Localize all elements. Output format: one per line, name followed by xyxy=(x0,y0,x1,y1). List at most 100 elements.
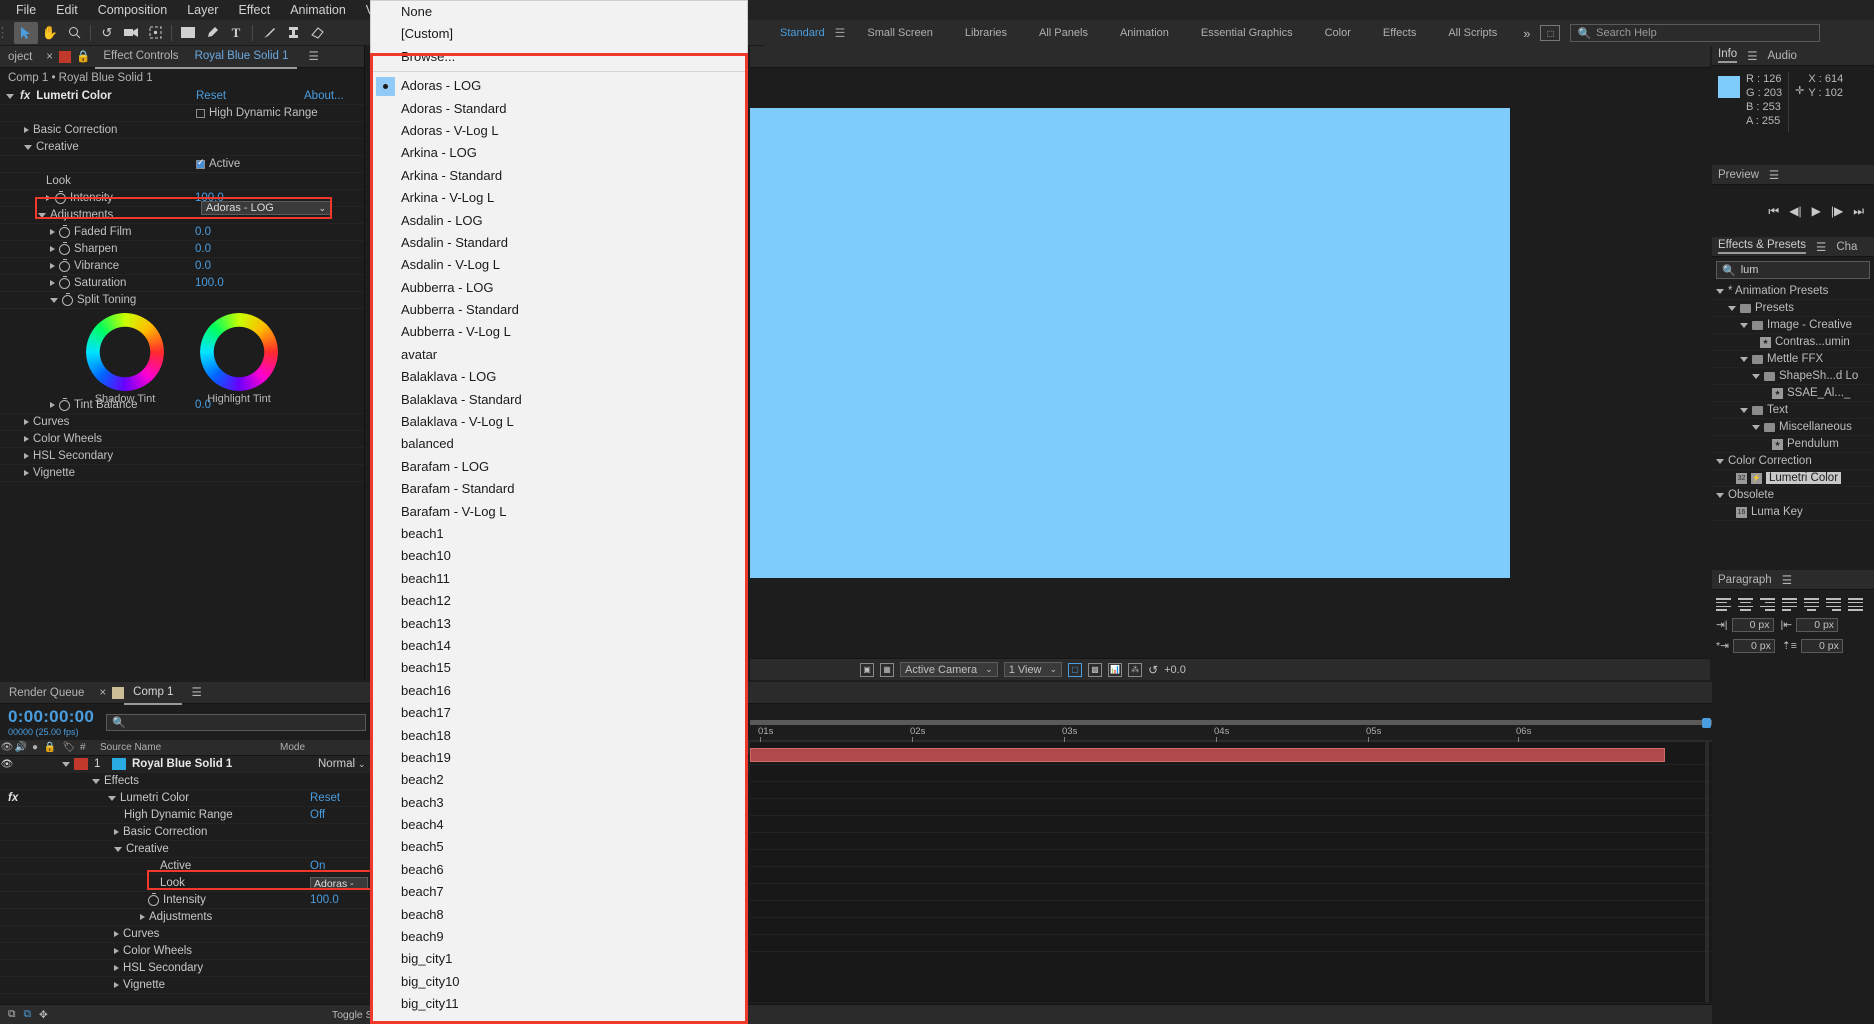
section-hsl-secondary[interactable]: HSL Secondary xyxy=(0,448,364,465)
workspace-all-scripts[interactable]: All Scripts xyxy=(1432,20,1513,46)
chevron-right-icon[interactable] xyxy=(50,229,55,235)
lock-switch-icon[interactable]: 🔒 xyxy=(42,742,58,753)
justify-all-icon[interactable] xyxy=(1848,598,1863,611)
next-frame-icon[interactable]: |▶ xyxy=(1831,204,1843,218)
chevron-down-icon[interactable]: ⌄ xyxy=(318,203,326,214)
look-menu-item[interactable]: Arkina - LOG xyxy=(371,142,747,164)
saturation-value[interactable]: 100.0 xyxy=(195,277,224,289)
look-menu-item[interactable]: beach7 xyxy=(371,881,747,903)
menu-item-none[interactable]: None xyxy=(371,1,747,23)
pen-tool-icon[interactable] xyxy=(200,22,224,44)
justify-last-right-icon[interactable] xyxy=(1826,598,1841,611)
list-item[interactable]: Color Correction xyxy=(1712,453,1874,470)
first-frame-icon[interactable]: ⏮ xyxy=(1768,204,1779,219)
shape-tool-icon[interactable] xyxy=(176,22,200,44)
list-item[interactable]: ★ Contras...umin xyxy=(1712,334,1874,351)
new-comp-icon[interactable]: ⧉ xyxy=(8,1008,16,1021)
timeline-track-area[interactable] xyxy=(750,742,1712,1002)
tab-effect-controls[interactable]: Effect Controls xyxy=(95,45,187,69)
tab-audio[interactable]: Audio xyxy=(1768,50,1797,62)
menu-item-composition[interactable]: Composition xyxy=(88,0,177,20)
look-dropdown[interactable]: Adoras - LOG ⌄ xyxy=(201,201,331,215)
section-basic-correction[interactable]: Basic Correction xyxy=(0,122,364,139)
look-menu-item[interactable]: Balaklava - V-Log L xyxy=(371,411,747,433)
layer-name[interactable]: Royal Blue Solid 1 xyxy=(132,758,232,770)
workspace-standard[interactable]: Standard xyxy=(764,20,829,46)
tint-balance-value[interactable]: 0.0 xyxy=(195,399,211,411)
panel-menu-icon[interactable]: ☰ xyxy=(301,46,327,68)
first-line-indent-field[interactable]: *⇥ 0 px xyxy=(1716,639,1775,653)
last-frame-icon[interactable]: ⏭ xyxy=(1853,204,1864,219)
chevron-right-icon[interactable] xyxy=(24,470,29,476)
previous-frame-icon[interactable]: ◀| xyxy=(1789,204,1801,218)
stopwatch-icon[interactable] xyxy=(59,275,70,289)
look-menu-item[interactable]: big_city12 xyxy=(371,1016,747,1023)
sharpen-value[interactable]: 0.0 xyxy=(195,243,211,255)
look-menu-item[interactable]: beach2 xyxy=(371,769,747,791)
justify-last-center-icon[interactable] xyxy=(1804,598,1819,611)
look-value-field[interactable]: Adoras - xyxy=(310,876,368,890)
tab-effect-controls-layer[interactable]: Royal Blue Solid 1 xyxy=(186,45,297,69)
solo-switch-icon[interactable]: ● xyxy=(28,742,42,753)
chevron-right-icon[interactable] xyxy=(114,948,119,954)
tab-paragraph[interactable]: Paragraph xyxy=(1718,574,1772,586)
tab-preview[interactable]: Preview xyxy=(1718,169,1759,181)
section-creative[interactable]: Creative xyxy=(0,139,364,156)
list-item[interactable]: Text xyxy=(1712,402,1874,419)
list-item-lumetri-color[interactable]: 32 ⚡ Lumetri Color xyxy=(1712,470,1874,487)
chevron-down-icon[interactable] xyxy=(1716,288,1724,294)
chevron-down-icon[interactable] xyxy=(114,846,122,852)
look-menu-item[interactable]: Barafam - LOG xyxy=(371,456,747,478)
look-menu-item[interactable]: big_city1 xyxy=(371,948,747,970)
section-split-toning[interactable]: Split Toning xyxy=(0,292,364,309)
stopwatch-icon[interactable] xyxy=(59,397,70,411)
chevron-down-icon[interactable] xyxy=(1740,322,1748,328)
look-menu-item[interactable]: Balaklava - Standard xyxy=(371,389,747,411)
chevron-down-icon[interactable] xyxy=(108,795,116,801)
vibrance-row[interactable]: Vibrance 0.0 xyxy=(0,258,364,275)
look-menu-item[interactable]: beach19 xyxy=(371,747,747,769)
look-menu-item[interactable]: Arkina - Standard xyxy=(371,165,747,187)
tab-project[interactable]: oject xyxy=(0,46,40,68)
chevron-down-icon[interactable] xyxy=(1716,458,1724,464)
section-color-wheels[interactable]: Color Wheels xyxy=(0,431,364,448)
left-indent-field[interactable]: ⇥| 0 px xyxy=(1716,618,1774,632)
look-menu-item[interactable]: beach6 xyxy=(371,859,747,881)
tab-info[interactable]: Info xyxy=(1718,48,1738,63)
composition-canvas[interactable] xyxy=(750,68,1710,658)
camera-tool-icon[interactable] xyxy=(119,22,143,44)
look-menu-item[interactable]: Barafam - Standard xyxy=(371,478,747,500)
stopwatch-icon[interactable] xyxy=(148,892,159,906)
look-menu-item[interactable]: Adoras - Standard xyxy=(371,98,747,120)
toggle-transparency-icon[interactable]: ▣ xyxy=(860,662,874,677)
section-curves[interactable]: Curves xyxy=(0,414,364,431)
region-of-interest-icon[interactable]: ▢ xyxy=(1068,662,1083,677)
chevron-right-icon[interactable] xyxy=(50,263,55,269)
views-select[interactable]: 1 View ⌄ xyxy=(1003,662,1063,677)
stopwatch-icon[interactable] xyxy=(59,224,70,238)
chevron-right-icon[interactable] xyxy=(140,914,145,920)
workspace-menu-icon[interactable]: ☰ xyxy=(829,26,852,40)
look-menu-item[interactable]: beach10 xyxy=(371,545,747,567)
layer-visibility-icon[interactable]: 👁 xyxy=(0,759,14,770)
work-area-bar[interactable] xyxy=(750,720,1712,725)
active-checkbox[interactable] xyxy=(196,157,205,169)
look-menu-item[interactable]: beach14 xyxy=(371,635,747,657)
close-tab-icon[interactable]: × xyxy=(93,682,112,704)
menu-item-edit[interactable]: Edit xyxy=(46,0,88,20)
color-wheel-ring[interactable]: + xyxy=(200,313,278,391)
look-menu-item[interactable]: balanced xyxy=(371,433,747,455)
toggle-alpha-icon[interactable]: ▦ xyxy=(880,662,894,677)
property-value[interactable]: On xyxy=(310,860,325,872)
about-button[interactable]: About... xyxy=(304,90,344,102)
label-color-swatch[interactable] xyxy=(74,758,88,770)
look-menu-item[interactable]: beach13 xyxy=(371,613,747,635)
look-row[interactable]: Look xyxy=(0,173,364,190)
brush-tool-icon[interactable] xyxy=(257,22,281,44)
workspace-overflow-icon[interactable]: » xyxy=(1513,26,1540,41)
look-menu-item[interactable]: beach5 xyxy=(371,836,747,858)
align-left-icon[interactable] xyxy=(1716,598,1731,611)
layer-blend-mode[interactable]: Normal xyxy=(318,758,355,770)
chevron-down-icon[interactable] xyxy=(38,212,46,218)
look-menu-item[interactable]: Barafam - V-Log L xyxy=(371,501,747,523)
